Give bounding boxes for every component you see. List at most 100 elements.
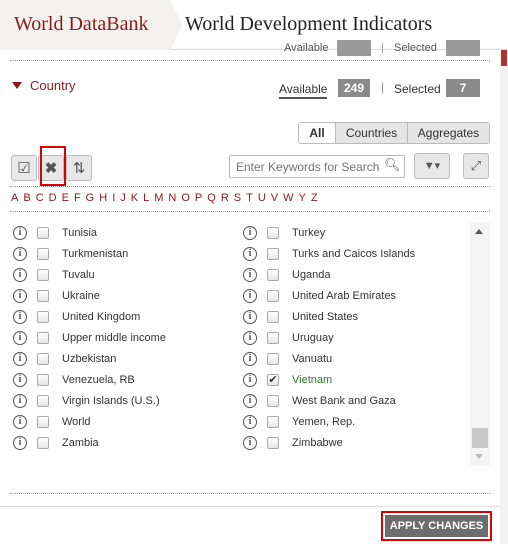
alpha-letter-t[interactable]: T — [246, 192, 253, 204]
info-icon[interactable]: i — [243, 310, 257, 324]
alpha-letter-u[interactable]: U — [258, 192, 266, 204]
alpha-letter-j[interactable]: J — [120, 192, 126, 204]
info-icon[interactable]: i — [13, 226, 27, 240]
alpha-letter-o[interactable]: O — [181, 192, 190, 204]
alpha-letter-m[interactable]: M — [154, 192, 163, 204]
filter-aggregates-button[interactable]: Aggregates — [407, 123, 489, 143]
alpha-letter-k[interactable]: K — [131, 192, 138, 204]
checkbox-icon[interactable] — [267, 395, 279, 407]
filter-dropdown-button[interactable]: ▼▾ — [414, 153, 450, 179]
checkbox-icon[interactable] — [37, 311, 49, 323]
info-icon[interactable]: i — [13, 247, 27, 261]
checkbox-icon[interactable]: ✔ — [267, 374, 279, 386]
checkbox-icon[interactable] — [267, 290, 279, 302]
info-icon[interactable]: i — [13, 352, 27, 366]
info-icon[interactable]: i — [13, 310, 27, 324]
checkbox-icon[interactable] — [267, 353, 279, 365]
expand-button[interactable]: ⤢ — [463, 153, 489, 179]
alpha-letter-s[interactable]: S — [234, 192, 241, 204]
filter-toggle-group: All Countries Aggregates — [298, 122, 490, 144]
info-icon[interactable]: i — [243, 436, 257, 450]
info-icon[interactable]: i — [13, 415, 27, 429]
page-scrollbar-thumb[interactable] — [501, 50, 507, 66]
list-divider — [10, 493, 490, 494]
list-item-label: West Bank and Gaza — [292, 395, 396, 407]
alpha-letter-a[interactable]: A — [11, 192, 18, 204]
checkbox-icon[interactable] — [267, 311, 279, 323]
info-icon[interactable]: i — [13, 373, 27, 387]
previous-selected-label: Selected — [394, 42, 437, 54]
alpha-letter-d[interactable]: D — [49, 192, 57, 204]
country-section-toggle[interactable]: Country — [12, 78, 76, 93]
alpha-letter-y[interactable]: Y — [299, 192, 306, 204]
checkbox-icon[interactable] — [267, 248, 279, 260]
checkbox-icon[interactable] — [37, 374, 49, 386]
checkbox-icon[interactable] — [267, 269, 279, 281]
tab-available[interactable]: Available — [279, 82, 328, 99]
page-scrollbar[interactable] — [500, 50, 508, 544]
apply-changes-button[interactable]: APPLY CHANGES — [385, 515, 488, 537]
checkbox-icon[interactable] — [267, 437, 279, 449]
list-item-label: United Kingdom — [62, 311, 141, 323]
alpha-letter-c[interactable]: C — [36, 192, 44, 204]
alpha-letter-f[interactable]: F — [74, 192, 81, 204]
alpha-letter-q[interactable]: Q — [207, 192, 216, 204]
checkbox-icon[interactable] — [37, 416, 49, 428]
list-scrollbar-thumb[interactable] — [472, 428, 488, 448]
alpha-letter-i[interactable]: I — [112, 192, 115, 204]
alpha-letter-v[interactable]: V — [271, 192, 278, 204]
info-icon[interactable]: i — [243, 373, 257, 387]
checkbox-icon[interactable] — [37, 269, 49, 281]
search-icon[interactable]: 🔍︎ — [384, 157, 401, 173]
checkbox-icon[interactable] — [37, 248, 49, 260]
info-icon[interactable]: i — [243, 226, 257, 240]
checkbox-icon[interactable] — [267, 416, 279, 428]
alpha-letter-p[interactable]: P — [195, 192, 202, 204]
list-scrollbar[interactable] — [470, 222, 490, 466]
toolbar-divider — [10, 186, 490, 187]
info-icon[interactable]: i — [243, 331, 257, 345]
scroll-up-icon[interactable] — [475, 229, 483, 234]
info-icon[interactable]: i — [13, 394, 27, 408]
checkbox-icon[interactable] — [37, 332, 49, 344]
checkbox-icon[interactable] — [37, 290, 49, 302]
info-icon[interactable]: i — [13, 289, 27, 303]
checkbox-icon[interactable] — [37, 437, 49, 449]
alpha-letter-z[interactable]: Z — [311, 192, 318, 204]
alpha-letter-n[interactable]: N — [168, 192, 176, 204]
checkbox-icon[interactable] — [37, 227, 49, 239]
list-item-label: Upper middle income — [62, 332, 166, 344]
alpha-letter-e[interactable]: E — [62, 192, 69, 204]
info-icon[interactable]: i — [243, 247, 257, 261]
info-icon[interactable]: i — [243, 352, 257, 366]
checkbox-icon[interactable] — [37, 395, 49, 407]
info-icon[interactable]: i — [243, 268, 257, 282]
filter-countries-button[interactable]: Countries — [335, 123, 407, 143]
checkbox-icon[interactable] — [37, 353, 49, 365]
select-all-button[interactable]: ☑ — [11, 155, 37, 181]
alpha-letter-b[interactable]: B — [23, 192, 30, 204]
info-icon[interactable]: i — [243, 394, 257, 408]
sort-button[interactable]: ⇅ — [66, 155, 92, 181]
checkbox-icon[interactable] — [267, 332, 279, 344]
previous-selected-count — [446, 40, 480, 56]
info-icon[interactable]: i — [13, 268, 27, 282]
search-input[interactable] — [229, 155, 405, 178]
list-item-label: Vietnam — [292, 374, 333, 386]
alpha-letter-r[interactable]: R — [221, 192, 229, 204]
alpha-letter-h[interactable]: H — [99, 192, 107, 204]
highlight-box-clear — [40, 146, 66, 186]
checkbox-icon[interactable] — [267, 227, 279, 239]
info-icon[interactable]: i — [13, 331, 27, 345]
alpha-letter-l[interactable]: L — [143, 192, 149, 204]
previous-available-count — [337, 40, 371, 56]
info-icon[interactable]: i — [13, 436, 27, 450]
tab-selected[interactable]: Selected — [394, 82, 441, 96]
alpha-letter-g[interactable]: G — [86, 192, 95, 204]
filter-all-button[interactable]: All — [299, 123, 335, 143]
list-item-label: Venezuela, RB — [62, 374, 135, 386]
info-icon[interactable]: i — [243, 289, 257, 303]
alpha-letter-w[interactable]: W — [283, 192, 293, 204]
info-icon[interactable]: i — [243, 415, 257, 429]
scroll-down-icon[interactable] — [475, 454, 483, 459]
